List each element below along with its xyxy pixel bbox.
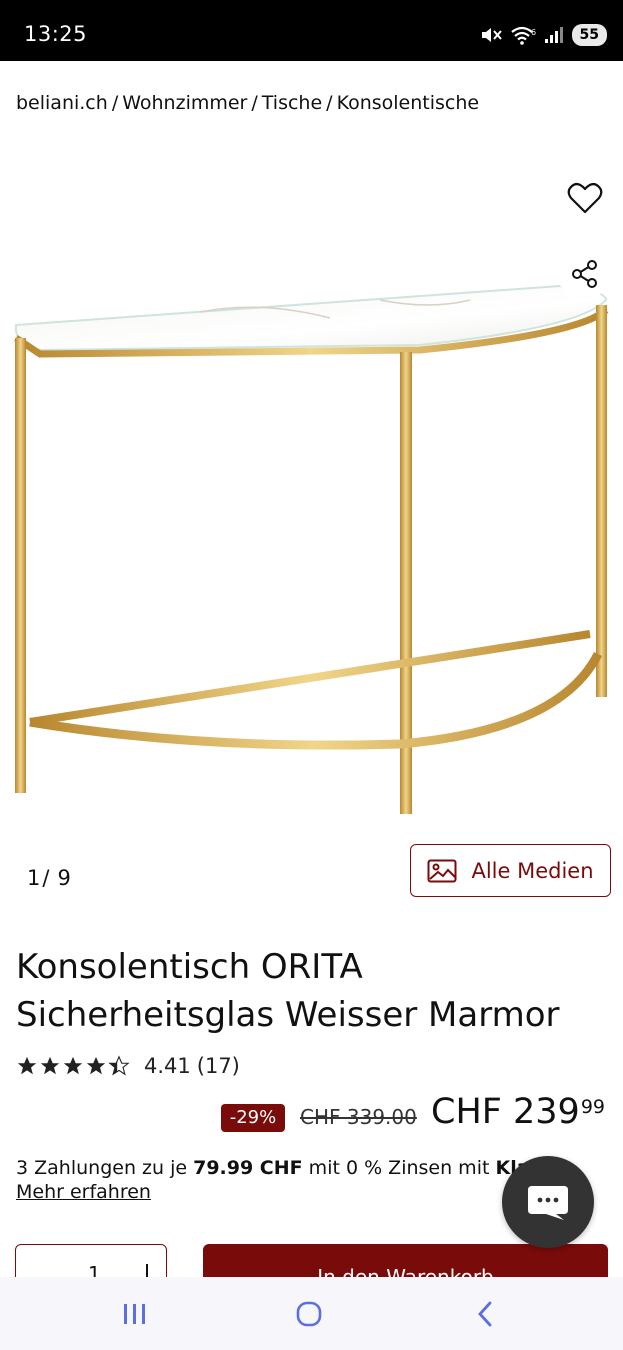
current-image: 1 — [27, 866, 41, 890]
back-button[interactable] — [460, 1277, 510, 1350]
star-outline-icon — [108, 1055, 130, 1076]
share-button[interactable] — [557, 252, 613, 296]
breadcrumb-home[interactable]: beliani.ch — [16, 92, 108, 114]
breadcrumb-konsolentische[interactable]: Konsolentische — [337, 92, 480, 114]
old-price: CHF 339.00 — [300, 1105, 417, 1129]
breadcrumb-tische[interactable]: Tische — [262, 92, 322, 114]
product-title-line1: Konsolentisch ORITA — [16, 947, 363, 987]
installment-info: 3 Zahlungen zu je 79.99 CHF mit 0 % Zins… — [16, 1157, 556, 1179]
status-icons: 6 55 — [480, 22, 607, 48]
wifi-icon: 6 — [510, 26, 536, 45]
star-icon — [86, 1056, 106, 1075]
system-nav-bar — [0, 1277, 623, 1350]
star-icon — [63, 1056, 83, 1075]
more-info-link[interactable]: Mehr erfahren — [16, 1181, 151, 1203]
product-image[interactable] — [0, 130, 623, 830]
svg-text:6: 6 — [531, 28, 536, 37]
chat-button[interactable] — [502, 1156, 594, 1248]
breadcrumb-separator: / — [251, 92, 258, 114]
rating-value: 4.41 — [144, 1054, 191, 1078]
home-button[interactable] — [284, 1277, 334, 1350]
total-images: 9 — [57, 866, 71, 890]
breadcrumb-wohnzimmer[interactable]: Wohnzimmer — [122, 92, 247, 114]
new-price: CHF 23999 — [431, 1092, 605, 1132]
mute-icon — [481, 28, 502, 42]
all-media-button[interactable]: Alle Medien — [410, 844, 611, 897]
signal-icon — [544, 27, 563, 43]
breadcrumb-separator: / — [326, 92, 333, 114]
status-bar: 13:25 6 55 — [0, 0, 623, 61]
new-price-main: CHF 239 — [431, 1092, 580, 1132]
star-icon — [17, 1056, 37, 1075]
counter-slash: / — [42, 866, 50, 890]
share-icon — [572, 260, 597, 288]
heart-icon[interactable] — [567, 181, 603, 215]
product-title-line2: Sicherheitsglas Weisser Marmor — [16, 995, 560, 1035]
installment-middle: mit 0 % Zinsen mit — [302, 1157, 496, 1179]
installment-prefix: 3 Zahlungen zu je — [16, 1157, 194, 1179]
battery-indicator: 55 — [571, 24, 607, 46]
product-title: Konsolentisch ORITA Sicherheitsglas Weis… — [16, 943, 616, 1039]
star-icon — [40, 1056, 60, 1075]
all-media-label: Alle Medien — [471, 858, 594, 883]
breadcrumb-separator: / — [111, 92, 119, 114]
image-counter: 1/ 9 — [27, 866, 71, 890]
recent-apps-button[interactable] — [110, 1277, 160, 1350]
breadcrumb: beliani.ch / Wohnzimmer / Tische / Konsolentis… — [16, 92, 479, 114]
rating-count[interactable]: (17) — [197, 1054, 240, 1078]
discount-badge: -29% — [221, 1104, 285, 1132]
chat-icon — [528, 1186, 568, 1220]
back-icon — [478, 1301, 492, 1326]
rating-stars — [16, 1055, 130, 1077]
new-price-cents: 99 — [580, 1096, 606, 1118]
recent-apps-icon — [124, 1303, 145, 1324]
installment-amount: 79.99 CHF — [193, 1157, 303, 1179]
status-time: 13:25 — [24, 22, 88, 46]
image-icon — [427, 859, 457, 882]
rating[interactable]: 4.41 (17) — [16, 1054, 240, 1078]
home-icon — [296, 1301, 322, 1326]
